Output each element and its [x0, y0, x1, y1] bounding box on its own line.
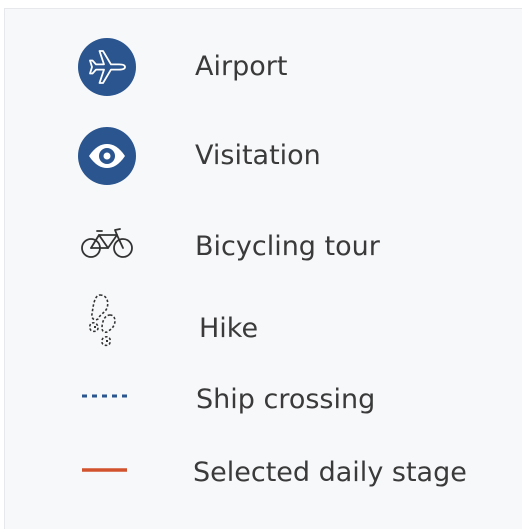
map-legend-panel: Airport Visitation Bicycling tour Hike S… — [4, 8, 522, 529]
legend-label-ship-crossing: Ship crossing — [196, 384, 376, 415]
legend-item-selected-daily-stage: Selected daily stage — [5, 443, 522, 503]
legend-label-airport: Airport — [195, 51, 288, 82]
legend-label-bicycling-tour: Bicycling tour — [195, 231, 380, 262]
legend-item-ship-crossing: Ship crossing — [5, 369, 522, 429]
footprints-icon — [88, 294, 116, 347]
legend-item-airport: Airport — [5, 37, 522, 97]
airplane-icon — [78, 38, 136, 96]
legend-item-bicycling-tour: Bicycling tour — [5, 217, 522, 277]
eye-icon — [78, 127, 136, 185]
legend-item-visitation: Visitation — [5, 126, 522, 186]
solid-line-icon — [82, 468, 127, 472]
page: Airport Visitation Bicycling tour Hike S… — [0, 0, 522, 529]
bicycle-icon — [81, 228, 133, 258]
legend-label-selected-daily-stage: Selected daily stage — [193, 457, 467, 488]
legend-label-visitation: Visitation — [195, 140, 321, 171]
legend-label-hike: Hike — [199, 313, 259, 344]
dotted-line-icon — [82, 394, 127, 398]
legend-item-hike: Hike — [5, 291, 522, 351]
